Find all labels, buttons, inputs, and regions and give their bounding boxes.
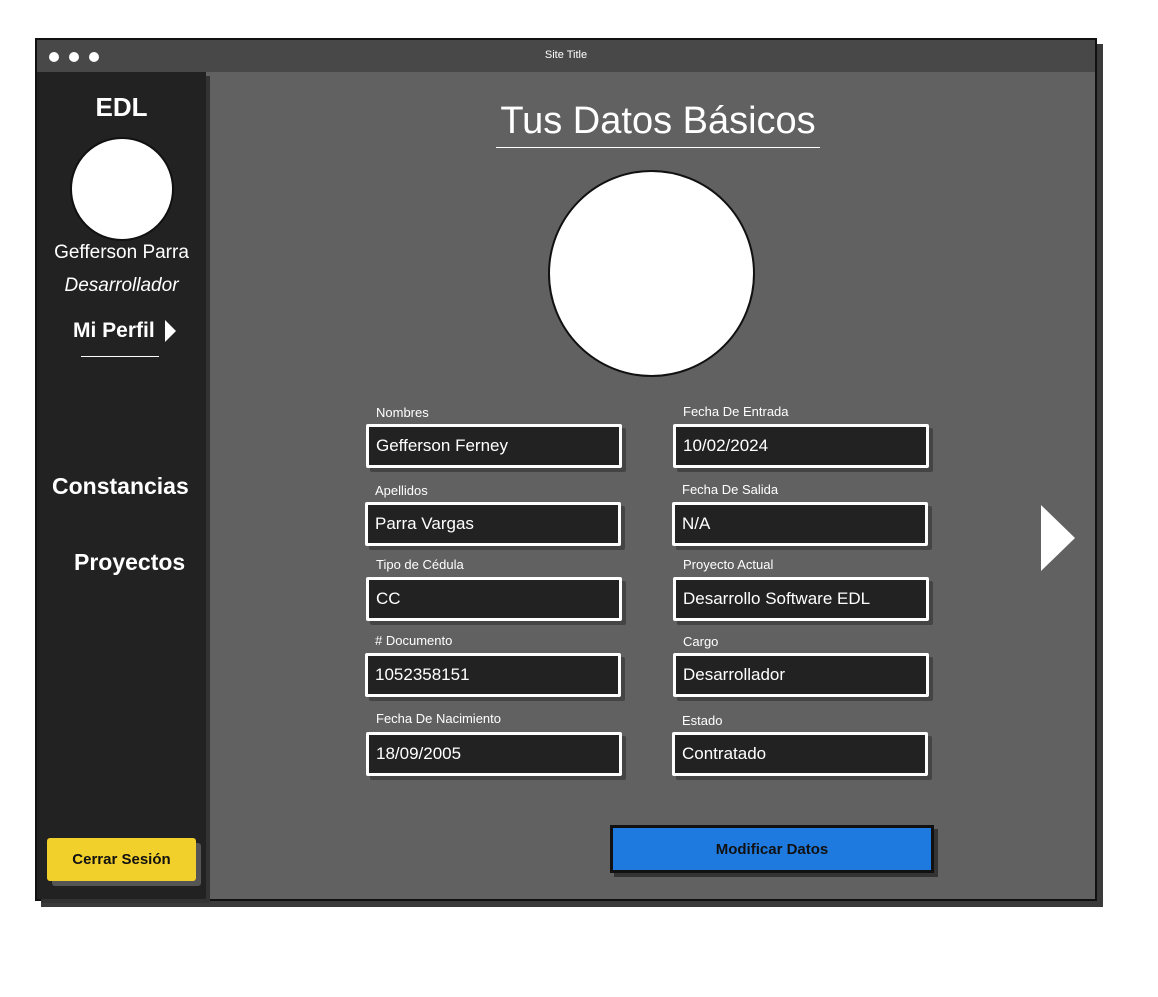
fecha-nacimiento-field[interactable]: 18/09/2005 — [366, 732, 622, 776]
proyecto-actual-field[interactable]: Desarrollo Software EDL — [673, 577, 929, 621]
estado-field[interactable]: Contratado — [672, 732, 928, 776]
title-underline — [496, 147, 820, 148]
sidebar: EDL Gefferson Parra Desarrollador Mi Per… — [37, 72, 206, 899]
profile-photo[interactable] — [548, 170, 755, 377]
documento-field[interactable]: 1052358151 — [365, 653, 621, 697]
user-name: Gefferson Parra — [54, 242, 189, 263]
apellidos-field[interactable]: Parra Vargas — [365, 502, 621, 546]
nav-proyectos[interactable]: Proyectos — [74, 549, 185, 576]
estado-label: Estado — [682, 713, 723, 728]
cargo-field[interactable]: Desarrollador — [673, 653, 929, 697]
fecha-entrada-label: Fecha De Entrada — [683, 404, 789, 419]
site-title: Site Title — [544, 49, 588, 61]
documento-label: # Documento — [375, 633, 453, 648]
title-bar: Site Title — [37, 40, 1095, 72]
user-avatar — [70, 137, 174, 241]
apellidos-label: Apellidos — [375, 483, 428, 498]
chevron-right-icon — [164, 320, 176, 342]
fecha-nacimiento-label: Fecha De Nacimiento — [376, 711, 501, 726]
page-title: Tus Datos Básicos — [500, 100, 816, 142]
fecha-entrada-field[interactable]: 10/02/2024 — [673, 424, 929, 468]
fecha-salida-label: Fecha De Salida — [682, 482, 779, 497]
browser-window: Site Title EDL Gefferson Parra Desarroll… — [35, 38, 1097, 901]
tipo-cedula-field[interactable]: CC — [366, 577, 622, 621]
tipo-cedula-label: Tipo de Cédula — [376, 557, 464, 572]
user-role: Desarrollador — [64, 275, 179, 296]
cargo-label: Cargo — [683, 634, 719, 649]
nombres-field[interactable]: Gefferson Ferney — [366, 424, 622, 468]
nav-constancias[interactable]: Constancias — [52, 473, 189, 500]
next-arrow-icon[interactable] — [1041, 505, 1075, 571]
fecha-salida-field[interactable]: N/A — [672, 502, 928, 546]
proyecto-actual-label: Proyecto Actual — [683, 557, 774, 572]
active-nav-underline — [81, 356, 159, 357]
nombres-label: Nombres — [376, 405, 429, 420]
modify-data-button[interactable]: Modificar Datos — [610, 825, 934, 873]
nav-mi-perfil[interactable]: Mi Perfil — [73, 319, 176, 343]
brand-logo: EDL — [95, 92, 148, 122]
nav-mi-perfil-label: Mi Perfil — [73, 319, 155, 342]
logout-button[interactable]: Cerrar Sesión — [47, 838, 196, 881]
